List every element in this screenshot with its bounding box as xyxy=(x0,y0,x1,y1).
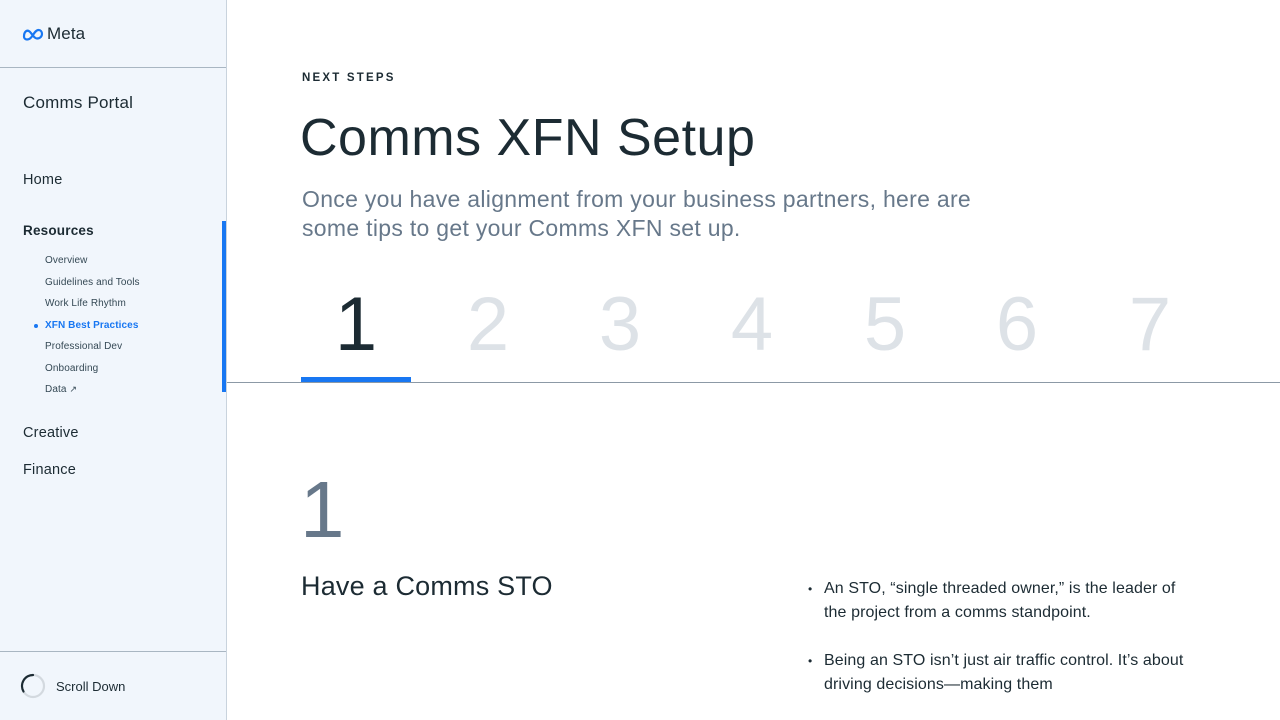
sidebar-item-data[interactable]: Data ↗ xyxy=(45,379,215,401)
page-title: Comms XFN Setup xyxy=(300,109,756,167)
sidebar-item-xfn-best-practices[interactable]: XFN Best Practices xyxy=(34,315,215,337)
meta-logo[interactable]: Meta xyxy=(22,24,85,44)
nav-creative[interactable]: Creative xyxy=(23,425,79,441)
step-tab-6[interactable]: 6 xyxy=(962,280,1072,384)
external-link-icon: ↗ xyxy=(69,384,78,395)
resources-submenu: Overview Guidelines and Tools Work Life … xyxy=(34,250,215,401)
list-item: An STO, “single threaded owner,” is the … xyxy=(808,577,1188,625)
section-heading: Have a Comms STO xyxy=(301,571,553,601)
steps-divider xyxy=(227,382,1280,383)
nav-home[interactable]: Home xyxy=(23,172,62,188)
section-number: 1 xyxy=(300,465,345,554)
nav-resources[interactable]: Resources xyxy=(23,223,94,238)
section-bullets: An STO, “single threaded owner,” is the … xyxy=(808,577,1188,720)
step-tab-4[interactable]: 4 xyxy=(697,280,807,384)
sidebar-item-label: Data xyxy=(45,384,67,396)
active-section-indicator xyxy=(222,221,226,392)
list-item: Being an STO isn’t just air traffic cont… xyxy=(808,649,1188,697)
step-tab-2[interactable]: 2 xyxy=(433,280,543,384)
step-tab-5[interactable]: 5 xyxy=(830,280,940,384)
sidebar-item-guidelines-and-tools[interactable]: Guidelines and Tools xyxy=(45,272,215,294)
step-tab-1[interactable]: 1 xyxy=(301,280,411,384)
nav-finance[interactable]: Finance xyxy=(23,462,76,478)
scroll-down-label: Scroll Down xyxy=(56,678,126,694)
scroll-progress-icon xyxy=(20,673,46,699)
meta-infinity-icon xyxy=(22,28,44,41)
sidebar: Meta Comms Portal Home Resources Overvie… xyxy=(0,0,227,720)
sidebar-item-work-life-rhythm[interactable]: Work Life Rhythm xyxy=(45,293,215,315)
step-tab-3[interactable]: 3 xyxy=(565,280,675,384)
step-tab-7[interactable]: 7 xyxy=(1095,280,1205,384)
scroll-down-button[interactable]: Scroll Down xyxy=(20,673,125,699)
page-subtitle: Once you have alignment from your busine… xyxy=(302,186,972,241)
sidebar-item-overview[interactable]: Overview xyxy=(45,250,215,272)
eyebrow-label: NEXT STEPS xyxy=(302,72,396,84)
step-tabs: 1 2 3 4 5 6 7 xyxy=(301,280,1241,384)
sidebar-divider xyxy=(0,67,226,68)
sidebar-divider xyxy=(0,651,226,652)
brand-name: Meta xyxy=(47,24,86,43)
portal-title[interactable]: Comms Portal xyxy=(23,93,133,113)
sidebar-item-professional-dev[interactable]: Professional Dev xyxy=(45,336,215,358)
sidebar-item-onboarding[interactable]: Onboarding xyxy=(45,358,215,380)
